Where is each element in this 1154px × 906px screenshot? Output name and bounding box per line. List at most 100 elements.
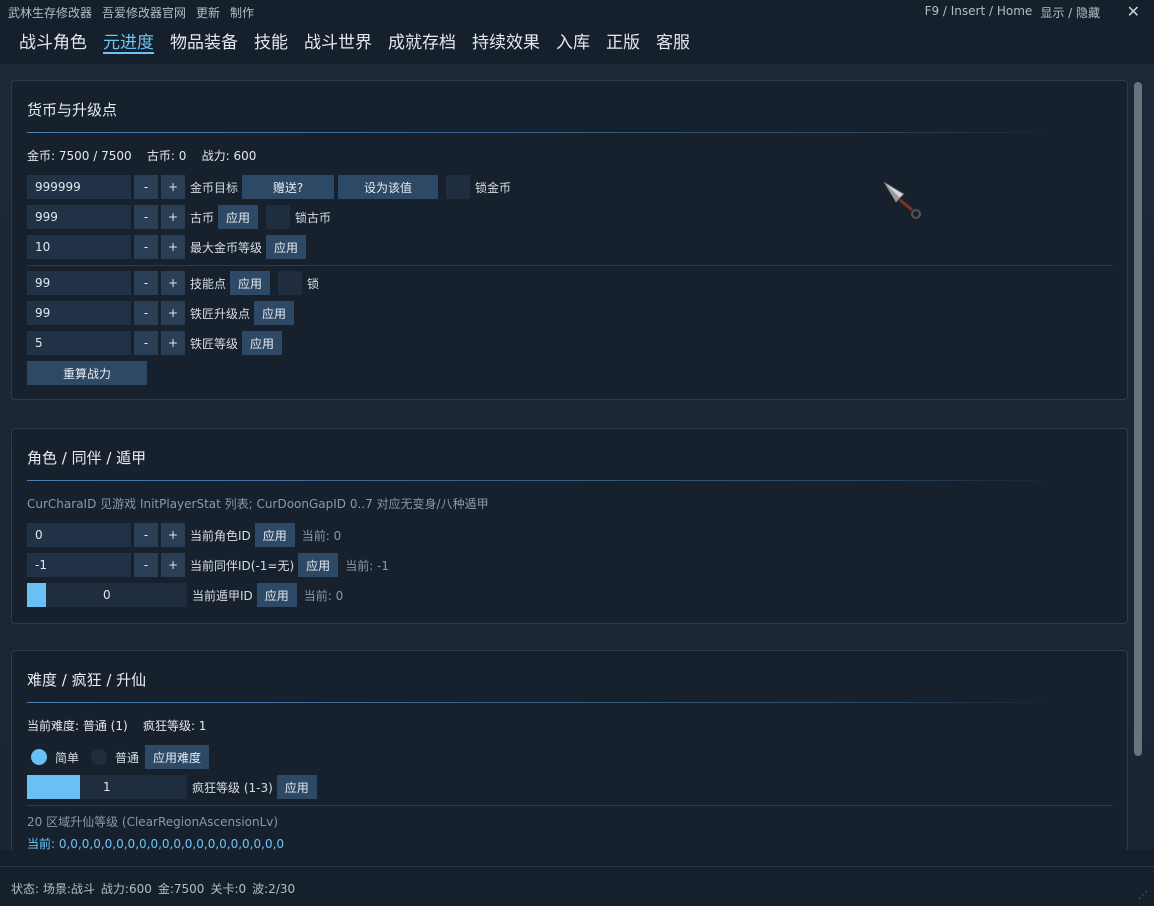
smith-level-minus-button[interactable]: - bbox=[134, 331, 158, 355]
smith-points-input[interactable] bbox=[27, 301, 131, 325]
lock-gold-checkbox[interactable] bbox=[446, 175, 471, 199]
companion-id-apply-button[interactable]: 应用 bbox=[298, 553, 339, 577]
smith-level-row: - + 铁匠等级 应用 bbox=[27, 331, 283, 355]
chara-id-label: 当前角色ID bbox=[190, 528, 251, 543]
chara-id-apply-button[interactable]: 应用 bbox=[254, 523, 295, 547]
currency-stats: 金币: 7500 / 7500 古币: 0 战力: 600 bbox=[27, 147, 256, 164]
title-bar: 武林生存修改器 吾爱修改器官网 更新 制作 F9 / Insert / Home… bbox=[0, 0, 1154, 24]
difficulty-options-row: 简单 普通 应用难度 bbox=[27, 745, 210, 769]
smith-points-label: 铁匠升级点 bbox=[190, 306, 251, 321]
lock-skill-points-checkbox[interactable] bbox=[278, 271, 303, 295]
chara-id-current: 当前: 0 bbox=[301, 528, 342, 543]
menu-update[interactable]: 更新 bbox=[196, 4, 220, 21]
menu-credits[interactable]: 制作 bbox=[230, 4, 254, 21]
section-title: 难度 / 疯狂 / 升仙 bbox=[27, 671, 147, 689]
skill-points-apply-button[interactable]: 应用 bbox=[230, 271, 271, 295]
ascension-current: 当前: 0,0,0,0,0,0,0,0,0,0,0,0,0,0,0,0,0,0,… bbox=[27, 837, 285, 850]
difficulty-normal-label: 普通 bbox=[115, 750, 140, 765]
character-note: CurCharaID 见游戏 InitPlayerStat 列表; CurDoo… bbox=[27, 497, 489, 511]
companion-id-label: 当前同伴ID(-1=无) bbox=[190, 558, 295, 573]
tab-storage[interactable]: 入库 bbox=[556, 28, 590, 54]
tab-meta-progress[interactable]: 元进度 bbox=[103, 28, 154, 54]
difficulty-easy-label: 简单 bbox=[55, 750, 80, 765]
max-gold-level-apply-button[interactable]: 应用 bbox=[266, 235, 307, 259]
smith-level-apply-button[interactable]: 应用 bbox=[242, 331, 283, 355]
skill-points-minus-button[interactable]: - bbox=[134, 271, 158, 295]
lock-ancient-checkbox[interactable] bbox=[266, 205, 291, 229]
smith-points-apply-button[interactable]: 应用 bbox=[254, 301, 295, 325]
chara-id-minus-button[interactable]: - bbox=[134, 523, 158, 547]
chara-id-input[interactable] bbox=[27, 523, 131, 547]
madness-label: 疯狂等级 (1-3) bbox=[192, 780, 273, 795]
status-bar: 状态: 场景:战斗 战力:600 金:7500 关卡:0 波:2/30 ⋰ bbox=[0, 866, 1154, 906]
status-stage: 关卡:0 bbox=[210, 882, 247, 896]
companion-id-minus-button[interactable]: - bbox=[134, 553, 158, 577]
menu-official-site[interactable]: 吾爱修改器官网 bbox=[102, 4, 186, 21]
doongap-id-apply-button[interactable]: 应用 bbox=[256, 583, 297, 607]
resize-grip-icon[interactable]: ⋰ bbox=[1138, 890, 1150, 902]
ascension-note: 20 区域升仙等级 (ClearRegionAscensionLv) bbox=[27, 815, 279, 829]
gold-plus-button[interactable]: + bbox=[161, 175, 185, 199]
companion-id-current: 当前: -1 bbox=[345, 558, 390, 573]
difficulty-easy-radio[interactable] bbox=[31, 749, 47, 765]
difficulty-stats: 当前难度: 普通 (1) 疯狂等级: 1 bbox=[27, 717, 206, 734]
vertical-scrollbar[interactable] bbox=[1134, 82, 1142, 756]
tab-skills[interactable]: 技能 bbox=[254, 28, 288, 54]
kunai-cursor-icon bbox=[883, 181, 921, 219]
smith-points-minus-button[interactable]: - bbox=[134, 301, 158, 325]
slider-fill bbox=[27, 583, 47, 607]
gold-minus-button[interactable]: - bbox=[134, 175, 158, 199]
ancient-apply-button[interactable]: 应用 bbox=[218, 205, 259, 229]
smith-level-plus-button[interactable]: + bbox=[161, 331, 185, 355]
skill-points-plus-button[interactable]: + bbox=[161, 271, 185, 295]
close-icon[interactable]: ✕ bbox=[1127, 2, 1140, 21]
madness-slider[interactable]: 1 bbox=[27, 775, 187, 799]
title-divider bbox=[27, 132, 1063, 133]
tab-battle-world[interactable]: 战斗世界 bbox=[304, 28, 372, 54]
tab-battle-character[interactable]: 战斗角色 bbox=[19, 28, 87, 54]
tab-effects[interactable]: 持续效果 bbox=[472, 28, 540, 54]
ancient-minus-button[interactable]: - bbox=[134, 205, 158, 229]
section-title: 货币与升级点 bbox=[27, 101, 118, 119]
row-divider bbox=[27, 805, 1113, 806]
smith-level-input[interactable] bbox=[27, 331, 131, 355]
scrollbar-thumb[interactable] bbox=[1134, 82, 1142, 756]
gift-button[interactable]: 赠送? bbox=[242, 175, 335, 199]
set-value-button[interactable]: 设为该值 bbox=[338, 175, 439, 199]
status-power: 战力:600 bbox=[100, 882, 152, 896]
doongap-id-slider[interactable]: 0 bbox=[27, 583, 187, 607]
max-gold-level-minus-button[interactable]: - bbox=[134, 235, 158, 259]
toggle-visibility[interactable]: 显示 / 隐藏 bbox=[1040, 4, 1100, 21]
ancient-input[interactable] bbox=[27, 205, 131, 229]
max-gold-level-label: 最大金币等级 bbox=[190, 240, 263, 255]
companion-id-input[interactable] bbox=[27, 553, 131, 577]
gold-row: - + 金币目标 赠送? 设为该值 锁金币 bbox=[27, 175, 511, 199]
content-area[interactable]: 货币与升级点 金币: 7500 / 7500 古币: 0 战力: 600 - +… bbox=[0, 64, 1154, 850]
hotkey-info: F9 / Insert / Home 显示 / 隐藏 bbox=[925, 4, 1100, 21]
tab-achievements-save[interactable]: 成就存档 bbox=[388, 28, 456, 54]
recalc-power-button[interactable]: 重算战力 bbox=[27, 361, 147, 385]
doongap-id-label: 当前遁甲ID bbox=[192, 588, 253, 603]
tab-items-equipment[interactable]: 物品装备 bbox=[170, 28, 238, 54]
apply-difficulty-button[interactable]: 应用难度 bbox=[145, 745, 210, 769]
ancient-stat: 古币: 0 bbox=[146, 149, 187, 163]
difficulty-normal-radio[interactable] bbox=[91, 749, 108, 765]
tab-support[interactable]: 客服 bbox=[656, 28, 690, 54]
gold-input[interactable] bbox=[27, 175, 131, 199]
chara-id-plus-button[interactable]: + bbox=[161, 523, 185, 547]
status-gold: 金:7500 bbox=[157, 882, 205, 896]
madness-level: 疯狂等级: 1 bbox=[142, 719, 207, 733]
companion-id-plus-button[interactable]: + bbox=[161, 553, 185, 577]
current-difficulty: 当前难度: 普通 (1) bbox=[27, 719, 128, 733]
skill-points-input[interactable] bbox=[27, 271, 131, 295]
ancient-plus-button[interactable]: + bbox=[161, 205, 185, 229]
currency-section: 货币与升级点 金币: 7500 / 7500 古币: 0 战力: 600 - +… bbox=[11, 80, 1128, 400]
madness-apply-button[interactable]: 应用 bbox=[276, 775, 317, 799]
menu-app-name[interactable]: 武林生存修改器 bbox=[8, 4, 92, 21]
lock-skill-points-label: 锁 bbox=[307, 276, 320, 291]
tab-genuine[interactable]: 正版 bbox=[606, 28, 640, 54]
lock-ancient-label: 锁古币 bbox=[295, 210, 332, 225]
max-gold-level-input[interactable] bbox=[27, 235, 131, 259]
max-gold-level-plus-button[interactable]: + bbox=[161, 235, 185, 259]
smith-points-plus-button[interactable]: + bbox=[161, 301, 185, 325]
